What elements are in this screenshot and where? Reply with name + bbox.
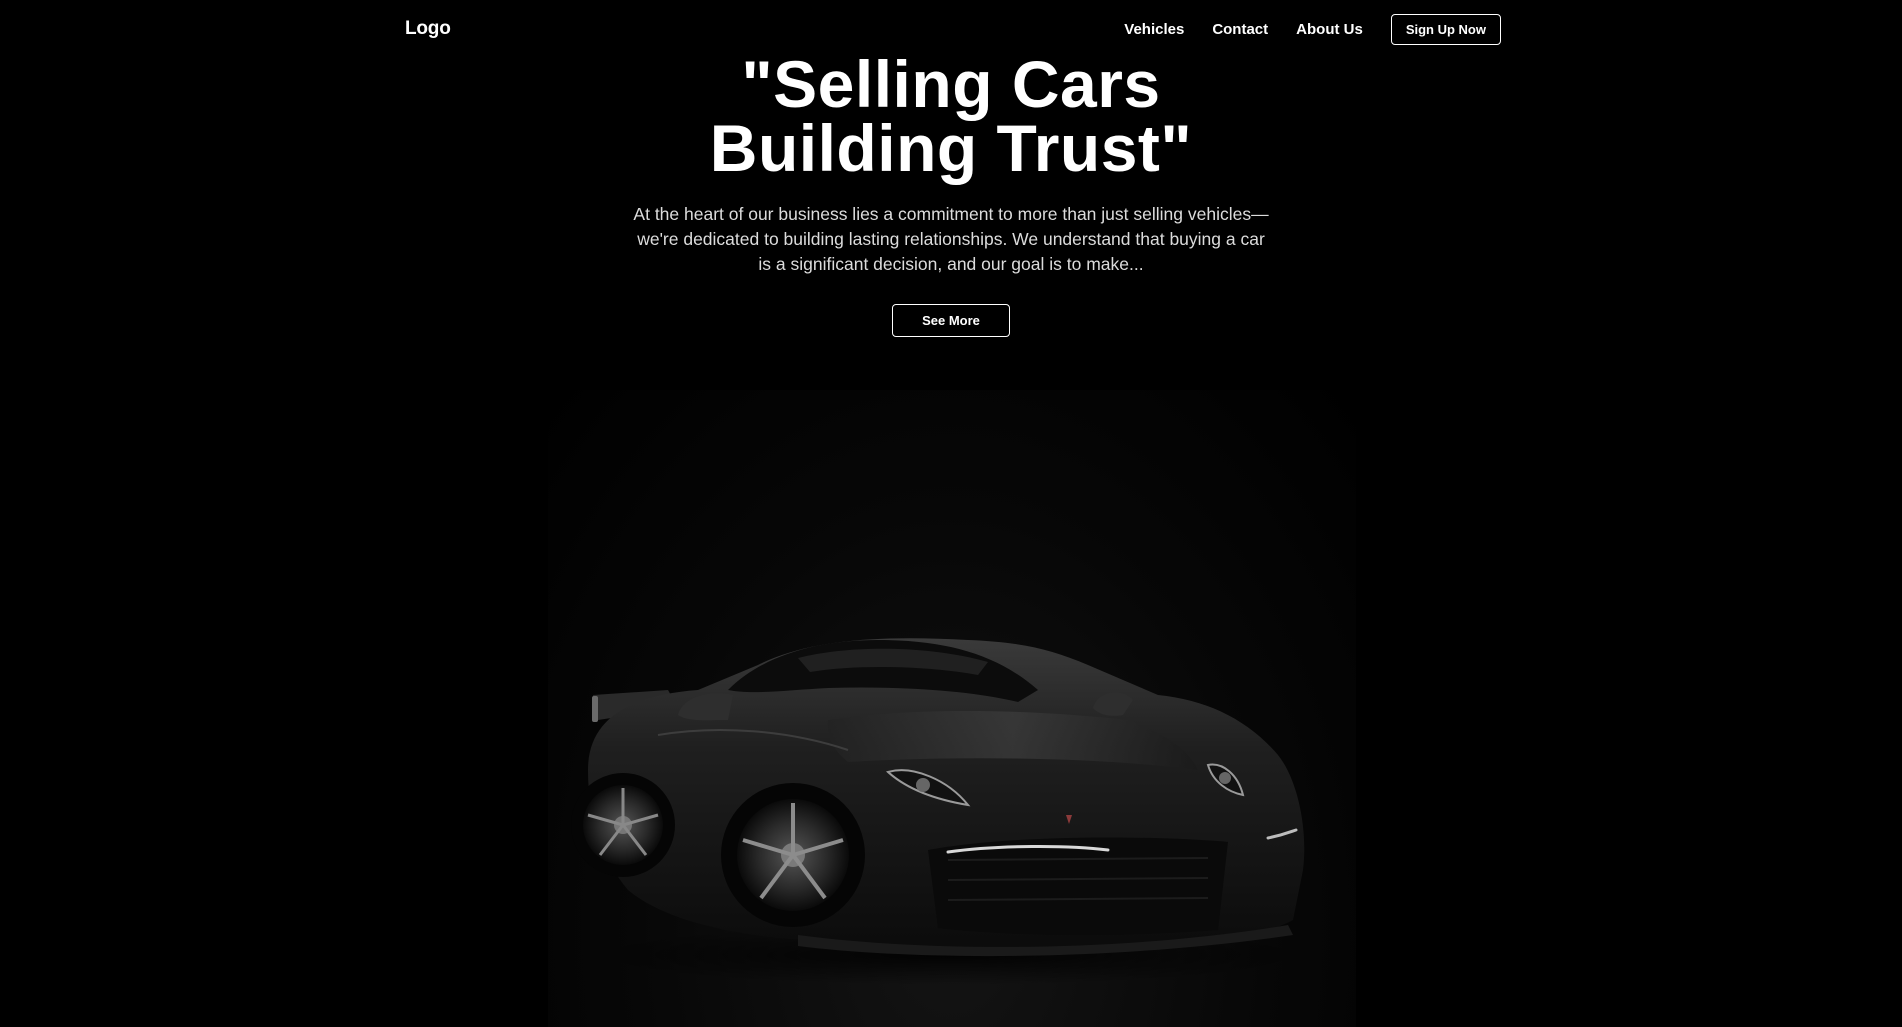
landing-page: Logo Vehicles Contact About Us Sign Up N… — [0, 0, 1902, 1027]
nav-link-vehicles[interactable]: Vehicles — [1124, 21, 1184, 38]
hero-section: "Selling Cars Building Trust" At the hea… — [0, 51, 1902, 337]
nav-link-contact[interactable]: Contact — [1212, 21, 1268, 38]
hero-description: At the heart of our business lies a comm… — [601, 202, 1301, 277]
nav-links: Vehicles Contact About Us Sign Up Now — [1124, 13, 1501, 45]
hero-description-line-3: is a significant decision, and our goal … — [758, 254, 1144, 274]
hero-description-line-1: At the heart of our business lies a comm… — [633, 204, 1269, 224]
sign-up-button[interactable]: Sign Up Now — [1390, 13, 1501, 45]
top-navigation: Logo Vehicles Contact About Us Sign Up N… — [405, 12, 1501, 46]
see-more-button[interactable]: See More — [892, 304, 1010, 337]
hero-title: "Selling Cars Building Trust" — [551, 51, 1351, 181]
black-sports-car-image — [571, 638, 1318, 985]
hero-title-line-2: Building Trust" — [709, 111, 1193, 185]
logo[interactable]: Logo — [405, 18, 451, 40]
nav-link-about-us[interactable]: About Us — [1296, 21, 1363, 38]
hero-title-line-1: "Selling Cars — [741, 47, 1161, 121]
hero-description-line-2: we're dedicated to building lasting rela… — [637, 229, 1265, 249]
car-image-area — [548, 390, 1356, 1027]
